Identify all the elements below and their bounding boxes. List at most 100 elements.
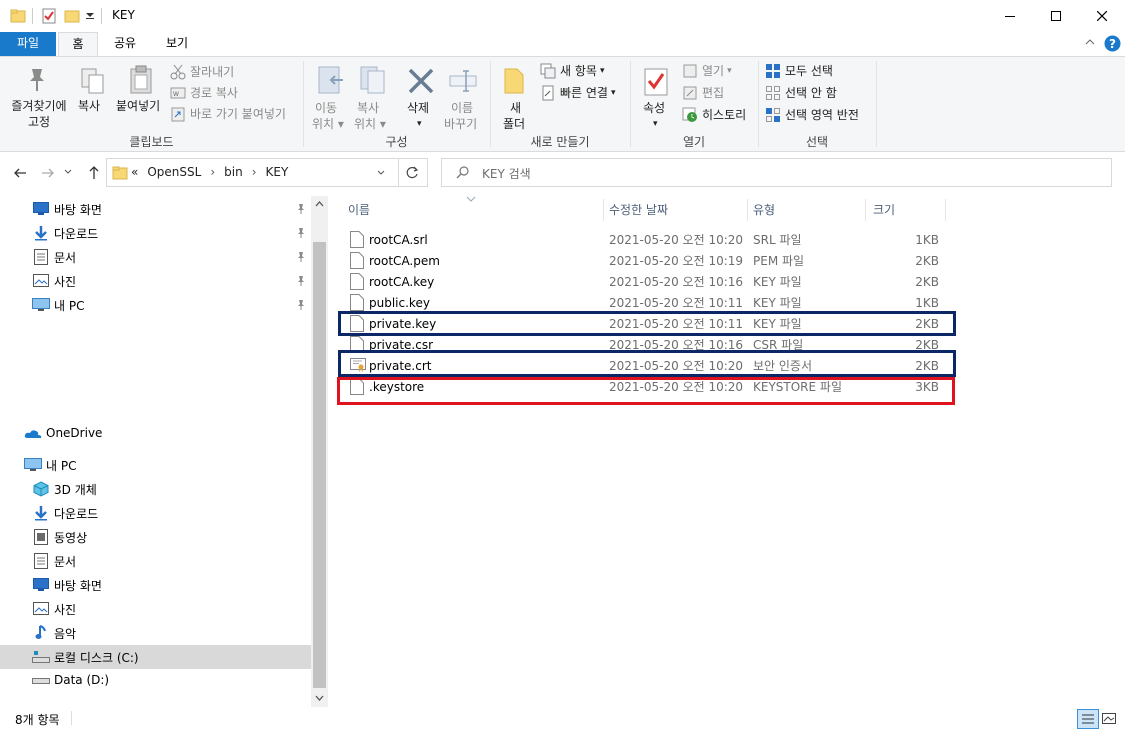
nav-label: 바탕 화면 bbox=[54, 579, 102, 593]
help-icon[interactable]: ? bbox=[1104, 35, 1121, 52]
breadcrumb-openssl[interactable]: OpenSSL bbox=[147, 165, 201, 179]
nav-item-desktop[interactable]: 바탕 화면 bbox=[0, 197, 311, 221]
scroll-up-icon[interactable] bbox=[315, 201, 324, 207]
nav-item-this-pc[interactable]: 내 PC bbox=[0, 293, 311, 317]
tab-file[interactable]: 파일 bbox=[0, 32, 56, 56]
address-bar[interactable]: « OpenSSL › bin › KEY bbox=[106, 158, 428, 187]
move-to-button[interactable]: 이동 위치 ▾ bbox=[309, 61, 353, 131]
properties-quick-icon[interactable] bbox=[41, 8, 57, 24]
nav-item-3d-objects[interactable]: 3D 개체 bbox=[0, 477, 311, 501]
rename-button[interactable]: 이름 바꾸기 bbox=[441, 61, 485, 131]
pin-icon bbox=[296, 299, 306, 311]
close-button[interactable] bbox=[1079, 0, 1125, 32]
delete-button[interactable]: 삭제 ▾ bbox=[401, 61, 441, 131]
pictures-icon bbox=[33, 602, 49, 615]
easy-access-button[interactable]: 빠른 연결 ▾ bbox=[540, 84, 616, 102]
scroll-down-icon[interactable] bbox=[315, 695, 324, 701]
nav-item-local-disk[interactable]: 로컬 디스크 (C:) bbox=[0, 645, 311, 669]
quick-access-dropdown-icon[interactable] bbox=[86, 10, 94, 20]
copy-button[interactable]: 복사 bbox=[74, 61, 110, 121]
copy-icon bbox=[80, 67, 106, 95]
nav-item-documents[interactable]: 문서 bbox=[0, 245, 311, 269]
nav-label: 3D 개체 bbox=[54, 483, 97, 497]
collapse-ribbon-icon[interactable] bbox=[1085, 38, 1095, 46]
file-row[interactable]: rootCA.srl 2021-05-20 오전 10:20 SRL 파일 1K… bbox=[340, 229, 952, 250]
tab-view[interactable]: 보기 bbox=[154, 32, 200, 56]
column-header-name[interactable]: 이름 bbox=[348, 201, 603, 223]
invert-selection-label: 선택 영역 반전 bbox=[785, 107, 859, 122]
new-item-button[interactable]: 새 항목 ▾ bbox=[540, 62, 604, 80]
move-to-label: 이동 bbox=[315, 101, 338, 115]
recent-locations-button[interactable] bbox=[64, 168, 72, 176]
tab-share[interactable]: 공유 bbox=[102, 32, 148, 56]
column-header-date[interactable]: 수정한 날짜 bbox=[609, 201, 747, 223]
nav-item-desktop-pc[interactable]: 바탕 화면 bbox=[0, 573, 311, 597]
new-folder-quick-icon[interactable] bbox=[64, 8, 80, 24]
nav-item-downloads[interactable]: 다운로드 bbox=[0, 221, 311, 245]
invert-selection-button[interactable]: 선택 영역 반전 bbox=[765, 106, 859, 124]
open-button[interactable]: 열기 ▾ bbox=[682, 62, 732, 80]
nav-item-onedrive[interactable]: OneDrive bbox=[0, 422, 311, 446]
copy-to-button[interactable]: 복사 위치 ▾ bbox=[353, 61, 397, 131]
properties-button[interactable]: 속성 ▾ bbox=[637, 61, 675, 131]
file-type: KEY 파일 bbox=[753, 296, 802, 310]
close-icon bbox=[1097, 11, 1107, 21]
maximize-button[interactable] bbox=[1033, 0, 1079, 32]
paste-shortcut-icon bbox=[170, 106, 186, 122]
nav-item-this-pc-root[interactable]: 내 PC bbox=[0, 453, 311, 477]
edit-label: 편집 bbox=[702, 85, 725, 100]
copy-path-button[interactable]: W 경로 복사 bbox=[170, 84, 238, 102]
3d-objects-icon bbox=[33, 481, 49, 497]
videos-icon bbox=[34, 529, 48, 545]
forward-button[interactable] bbox=[41, 166, 55, 180]
edit-button[interactable]: 편집 bbox=[682, 84, 724, 102]
select-all-button[interactable]: 모두 선택 bbox=[765, 62, 833, 80]
file-type: SRL 파일 bbox=[753, 233, 802, 247]
pin-icon bbox=[296, 251, 306, 263]
file-name: public.key bbox=[369, 295, 430, 310]
breadcrumb-key[interactable]: KEY bbox=[266, 165, 289, 179]
nav-item-music[interactable]: 음악 bbox=[0, 621, 311, 645]
large-icons-view-button[interactable] bbox=[1101, 711, 1117, 727]
pin-to-quick-access-button[interactable]: 즐겨찾기에 고정 bbox=[6, 61, 67, 131]
breadcrumb-bin[interactable]: bin bbox=[224, 165, 243, 179]
folder-icon bbox=[10, 8, 26, 24]
select-none-button[interactable]: 선택 안 함 bbox=[765, 84, 837, 102]
nav-item-data-drive[interactable]: Data (D:) bbox=[0, 669, 311, 693]
new-folder-button[interactable]: 새 폴더 bbox=[497, 61, 533, 131]
column-header-size[interactable]: 크기 bbox=[873, 201, 945, 223]
refresh-button[interactable] bbox=[406, 166, 419, 179]
file-row[interactable]: rootCA.pem 2021-05-20 오전 10:19 PEM 파일 2K… bbox=[340, 250, 952, 271]
properties-icon bbox=[643, 67, 669, 97]
nav-item-pictures-pc[interactable]: 사진 bbox=[0, 597, 311, 621]
tab-home[interactable]: 홈 bbox=[58, 32, 98, 57]
nav-item-documents-pc[interactable]: 문서 bbox=[0, 549, 311, 573]
minimize-button[interactable] bbox=[987, 0, 1033, 32]
details-view-button[interactable] bbox=[1077, 709, 1099, 729]
history-button[interactable]: 히스토리 bbox=[682, 106, 746, 124]
nav-item-videos[interactable]: 동영상 bbox=[0, 525, 311, 549]
window-title: KEY bbox=[112, 8, 135, 22]
nav-scrollbar[interactable] bbox=[311, 196, 328, 707]
breadcrumb-overflow[interactable]: « bbox=[131, 165, 138, 179]
pin-label-2: 고정 bbox=[27, 115, 51, 129]
up-button[interactable] bbox=[87, 165, 101, 180]
file-row[interactable]: public.key 2021-05-20 오전 10:11 KEY 파일 1K… bbox=[340, 292, 952, 313]
delete-label: 삭제 bbox=[407, 101, 430, 115]
nav-item-downloads-pc[interactable]: 다운로드 bbox=[0, 501, 311, 525]
nav-item-pictures[interactable]: 사진 bbox=[0, 269, 311, 293]
scroll-thumb[interactable] bbox=[313, 242, 326, 688]
paste-button[interactable]: 붙여넣기 bbox=[114, 61, 166, 121]
paste-shortcut-button[interactable]: 바로 가기 붙여넣기 bbox=[170, 105, 286, 123]
cut-button[interactable]: 잘라내기 bbox=[170, 63, 234, 81]
address-dropdown-button[interactable] bbox=[377, 170, 385, 176]
pin-icon bbox=[24, 65, 50, 93]
history-icon bbox=[682, 107, 698, 123]
open-icon bbox=[682, 63, 698, 79]
file-row[interactable]: rootCA.key 2021-05-20 오전 10:16 KEY 파일 2K… bbox=[340, 271, 952, 292]
drive-icon bbox=[32, 677, 50, 685]
back-button[interactable] bbox=[13, 166, 27, 180]
file-name: rootCA.pem bbox=[369, 253, 440, 268]
search-box[interactable]: KEY 검색 bbox=[441, 158, 1112, 187]
column-header-type[interactable]: 유형 bbox=[753, 201, 865, 223]
